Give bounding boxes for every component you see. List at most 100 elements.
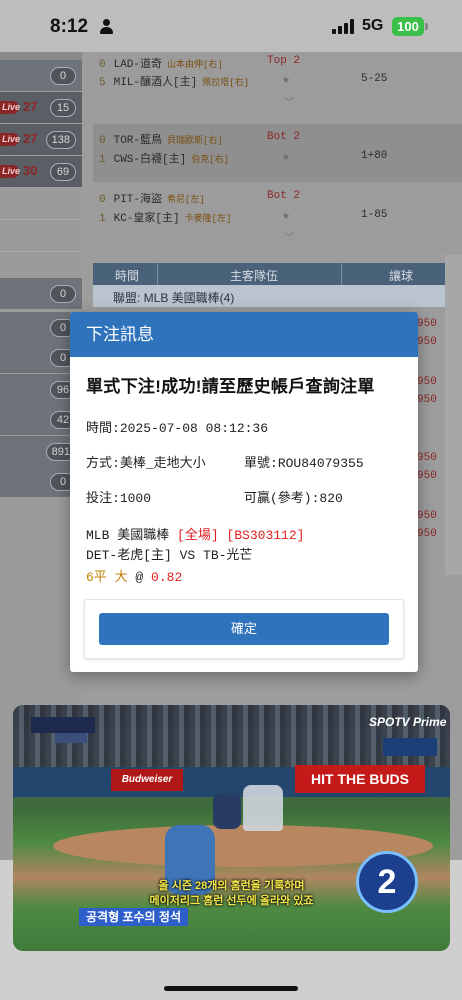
odds-value[interactable]: 950 [417,394,437,406]
inning-label: Bot 2 [267,190,301,202]
pitcher-name: 山本由伸[右] [167,60,223,70]
sidebar-row[interactable]: 0 [0,60,82,92]
star-icon[interactable]: ★ [282,72,290,87]
handicap-value: 1-85 [361,209,388,221]
score-label: 27 [23,131,38,146]
win-label: 可贏(參考): [244,491,320,506]
bet-order: 單號:ROU84079355 [244,452,364,471]
odds-value[interactable]: 950 [417,376,437,388]
live-badge: Live [0,101,21,114]
odds-value[interactable]: 950 [417,336,437,348]
bet-method: 方式:美棒_走地大小 [86,452,206,471]
order-value: ROU84079355 [277,456,364,471]
inning-label: Top 2 [267,55,301,67]
at-symbol: @ [135,570,144,585]
col-handicap: 讓球 [389,269,414,283]
team-name: KC-皇家[主] [113,213,180,225]
success-message: 單式下注!成功!請至歷史帳戶查詢注單 [86,377,375,396]
game-score: 1 [99,213,106,225]
pitcher-name: 卡麥隆[左] [184,214,232,224]
matchup: DET-老虎[主] VS TB-光芒 [86,548,253,563]
odds-value[interactable]: 950 [417,528,437,540]
league-name: MLB 美國職棒 [86,528,170,543]
pick-line: 6平 大 @ 0.82 [86,566,182,585]
pitcher-name: 伯克[右] [191,155,230,165]
sidebar-row[interactable]: Live 30 69 [0,156,82,188]
team-name: MIL-釀酒人[主] [113,77,198,89]
sidebar-row[interactable]: 0 [0,278,82,310]
method-label: 方式: [86,456,120,471]
count-pill: 0 [50,285,76,303]
stake-value: 1000 [119,491,152,506]
scorebug-sub [55,733,87,743]
sidebar-blank [0,220,82,252]
count-pill: 0 [50,67,76,85]
order-label: 單號: [244,456,278,471]
sidebar-blank [0,252,82,278]
game-score: 0 [99,194,106,206]
scorebug [31,717,95,733]
team-name: CWS-白襪[主] [113,154,187,166]
status-time: 8:12 [50,16,89,37]
star-icon[interactable]: ★ [282,149,290,164]
sidebar-row[interactable]: Live 27 138 [0,124,82,156]
confirm-area: 確定 [84,599,404,659]
odds-value[interactable]: 950 [417,318,437,330]
chevron-down-icon[interactable]: ﹀ [284,94,294,110]
stake-label: 投注: [86,491,120,506]
game-card[interactable]: 0 TOR-藍鳥 貝瑞歐斯[右] Bot 2 1 CWS-白襪[主] 伯克[右] ★ 1… [93,124,462,182]
sidebar-blank [0,188,82,220]
pitcher-name: 希尼[左] [167,195,205,205]
inning-label: Bot 2 [267,131,301,143]
battery-tip [425,23,428,30]
confirm-button[interactable]: 確定 [99,613,389,645]
game-score: 0 [99,135,106,147]
star-icon[interactable]: ★ [282,208,290,223]
battery-icon: 100 [392,17,424,36]
count-pill: 69 [50,163,76,181]
chevron-down-icon[interactable]: ﹀ [284,229,294,245]
signal-icon [332,19,354,34]
price-value: 0.82 [151,570,183,585]
live-badge: Live [0,165,21,178]
handicap-value: 5-25 [361,73,388,85]
pitcher-name: 佩拉塔[右] [202,78,250,88]
odds-value[interactable]: 950 [417,510,437,522]
caption-tag: 공격형 포수의 정석 [79,908,188,926]
handicap-value: 1+80 [361,150,388,162]
live-badge: Live [0,133,21,146]
bet-win: 可贏(參考):820 [244,487,343,506]
broadcaster-logo: SPOTV Prime [369,715,447,729]
ad-board-right: HIT THE BUDS [295,765,425,793]
sidebar-row[interactable]: Live 27 15 [0,92,82,124]
table-header: 時間 主客隊伍 讓球 [93,263,462,285]
bet-time: 時間:2025-07-08 08:12:36 [86,417,268,436]
person-icon [100,19,113,34]
batter-figure [243,785,283,831]
count-pill: 138 [45,131,76,149]
game-score: 5 [99,77,106,89]
catcher-figure [213,793,241,829]
col-teams: 主客隊伍 [230,269,279,283]
team-name: PIT-海盜 [113,194,163,206]
ad-board-left: Budweiser [111,769,183,791]
league-row[interactable]: 聯盟: MLB 美國職棒(4) [93,285,462,307]
game-card[interactable]: 0 LAD-道奇 山本由伸[右] Top 2 5 MIL-釀酒人[主] 佩拉塔[右] ★… [93,52,462,112]
pitcher-name: 貝瑞歐斯[右] [167,136,223,146]
game-score: 1 [99,154,106,166]
bet-info-modal: 下注訊息 單式下注!成功!請至歷史帳戶查詢注單 時間:2025-07-08 08… [70,312,418,672]
video-pip[interactable]: Budweiser HIT THE BUDS SPOTV Prime 올 시즌 … [13,705,450,951]
game-card[interactable]: 0 PIT-海盜 希尼[左] Bot 2 1 KC-皇家[主] 卡麥隆[左] ★ 1-8… [93,182,462,252]
odds-value[interactable]: 950 [417,470,437,482]
team-name: LAD-道奇 [113,59,163,71]
home-indicator[interactable] [164,986,298,991]
pick-value: 6平 大 [86,570,128,585]
scrollbar[interactable] [445,255,462,575]
code-tag: [BS303112] [226,528,305,543]
score-label: 30 [23,163,38,178]
odds-value[interactable]: 950 [417,452,437,464]
score-label: 27 [23,99,38,114]
time-value: 2025-07-08 08:12:36 [119,421,269,436]
network-label: 5G [362,17,384,34]
time-label: 時間: [86,421,120,436]
